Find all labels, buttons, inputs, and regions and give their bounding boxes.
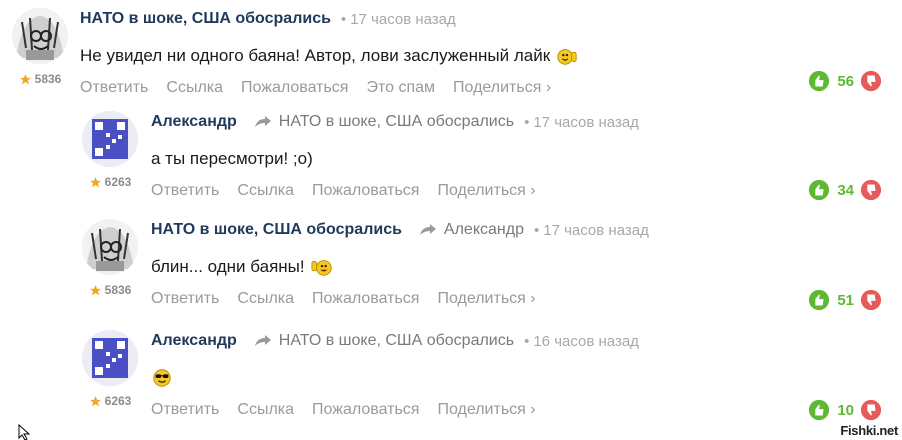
spam-link[interactable]: Это спам [366,79,435,97]
author-name[interactable]: Александр [151,113,237,131]
vote-score: 10 [837,401,854,419]
share-link[interactable]: Поделиться › [437,401,535,419]
permalink-link[interactable]: Ссылка [237,401,294,419]
comment-text-content: а ты пересмотри! ;о) [151,149,313,168]
watermark: Fishki.net [840,423,898,438]
comment-text: Не увидел ни одного баяна! Автор, лови з… [80,44,578,68]
avatar[interactable] [12,8,68,64]
comment-body: Александр НАТО в шоке, США обосрались • 1… [151,330,639,419]
reply-to-name[interactable]: НАТО в шоке, США обосрались [279,332,514,350]
star-icon [89,395,101,406]
vote-controls: 56 [808,70,882,92]
avatar[interactable] [82,111,138,167]
rating-value: 6263 [104,175,132,189]
reply-to-name[interactable]: Александр [444,221,524,239]
reply-link[interactable]: Ответить [80,79,148,97]
timestamp[interactable]: • 16 часов назад [524,333,639,350]
reply-arrow-icon [419,224,436,235]
share-link[interactable]: Поделиться › [453,79,551,97]
comment-header: НАТО в шоке, США обосрались • 17 часов на… [80,8,578,30]
user-rating: 5836 [80,283,140,297]
comment-header: Александр НАТО в шоке, США обосрались • 1… [151,111,639,133]
vote-controls: 51 [808,289,882,311]
thumbs-up-smiley-icon [557,49,577,65]
comment-text-content: Не увидел ни одного баяна! Автор, лови з… [80,46,551,65]
comment-header: Александр НАТО в шоке, США обосрались • 1… [151,330,639,352]
vote-down-icon[interactable] [860,70,882,92]
mouse-cursor-icon [18,424,30,440]
timestamp-text: 16 часов назад [533,332,639,350]
comment-avatar-column: 6263 [80,330,140,408]
comment-actions: Ответить Ссылка Пожаловаться Поделиться … [151,401,639,419]
timestamp[interactable]: • 17 часов назад [534,222,649,239]
vote-score: 56 [837,72,854,90]
rating-value: 5836 [34,72,62,86]
report-link[interactable]: Пожаловаться [241,79,348,97]
reply-arrow-icon [254,116,271,127]
vote-down-icon[interactable] [860,399,882,421]
vote-score: 51 [837,291,854,309]
vote-score: 34 [837,181,854,199]
share-link[interactable]: Поделиться › [437,290,535,308]
comment-text-content: блин... одни баяны! [151,257,305,276]
reply-link[interactable]: Ответить [151,401,219,419]
permalink-link[interactable]: Ссылка [237,182,294,200]
timestamp-text: 17 часов назад [350,10,456,28]
vote-down-icon[interactable] [860,289,882,311]
vote-up-icon[interactable] [808,179,830,201]
author-name[interactable]: НАТО в шоке, США обосрались [80,10,331,28]
comment-avatar-column: 5836 [10,8,70,86]
author-name[interactable]: НАТО в шоке, США обосрались [151,221,402,239]
comment-body: Александр НАТО в шоке, США обосрались • 1… [151,111,639,200]
avatar[interactable] [82,330,138,386]
vote-up-icon[interactable] [808,70,830,92]
star-icon [19,73,31,84]
comment-avatar-column: 6263 [80,111,140,189]
vote-controls: 10 [808,399,882,421]
reply-link[interactable]: Ответить [151,290,219,308]
sunglasses-smiley-icon [153,369,171,387]
timestamp-text: 17 часов назад [533,113,639,131]
vote-down-icon[interactable] [860,179,882,201]
comment-text [151,366,639,390]
rating-value: 6263 [104,394,132,408]
comment-text: блин... одни баяны! [151,255,649,279]
share-link[interactable]: Поделиться › [437,182,535,200]
user-rating: 5836 [10,72,70,86]
comment-actions: Ответить Ссылка Пожаловаться Поделиться … [151,182,639,200]
timestamp[interactable]: • 17 часов назад [341,11,456,28]
reply-link[interactable]: Ответить [151,182,219,200]
permalink-link[interactable]: Ссылка [166,79,223,97]
thumbs-up-smiley-icon [311,260,332,276]
star-icon [89,284,101,295]
user-rating: 6263 [80,175,140,189]
user-rating: 6263 [80,394,140,408]
comment-text: а ты пересмотри! ;о) [151,147,639,171]
reply-arrow-icon [254,335,271,346]
comment-body: НАТО в шоке, США обосрались • 17 часов на… [80,8,578,97]
vote-up-icon[interactable] [808,289,830,311]
permalink-link[interactable]: Ссылка [237,290,294,308]
comment-avatar-column: 5836 [80,219,140,297]
comment-actions: Ответить Ссылка Пожаловаться Это спам По… [80,79,578,97]
report-link[interactable]: Пожаловаться [312,182,419,200]
star-icon [89,176,101,187]
rating-value: 5836 [104,283,132,297]
vote-up-icon[interactable] [808,399,830,421]
timestamp[interactable]: • 17 часов назад [524,114,639,131]
comment-actions: Ответить Ссылка Пожаловаться Поделиться … [151,290,649,308]
report-link[interactable]: Пожаловаться [312,401,419,419]
report-link[interactable]: Пожаловаться [312,290,419,308]
timestamp-text: 17 часов назад [543,221,649,239]
avatar[interactable] [82,219,138,275]
vote-controls: 34 [808,179,882,201]
comment-header: НАТО в шоке, США обосрались Александр • 1… [151,219,649,241]
author-name[interactable]: Александр [151,332,237,350]
reply-to-name[interactable]: НАТО в шоке, США обосрались [279,113,514,131]
comment-body: НАТО в шоке, США обосрались Александр • 1… [151,219,649,308]
